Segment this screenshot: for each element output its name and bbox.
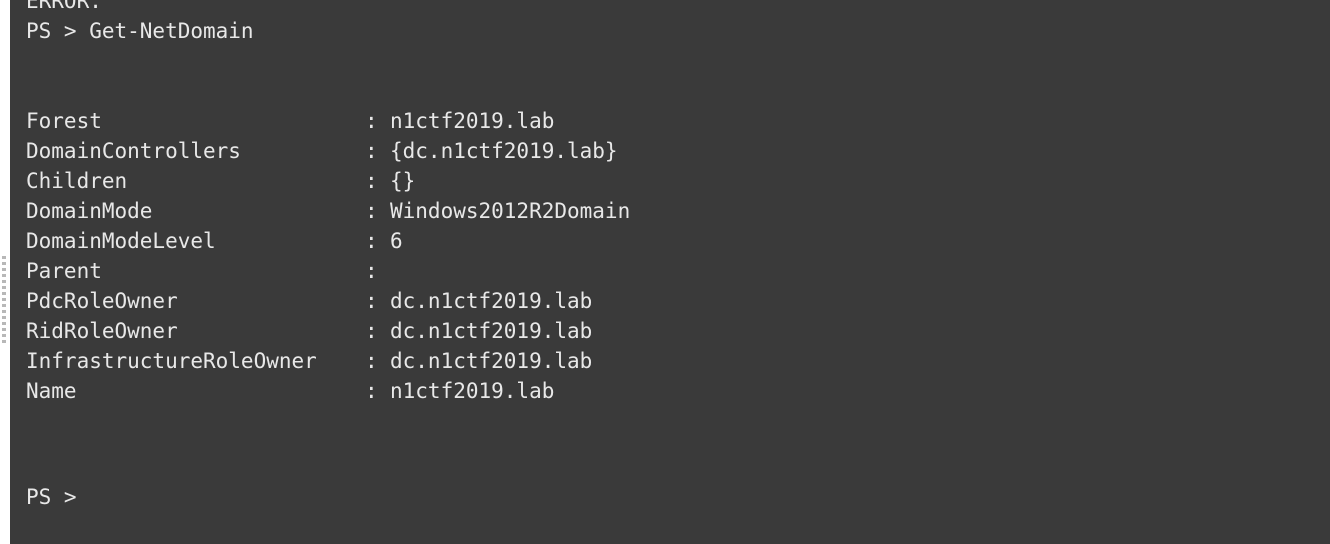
- row-key: DomainMode: [26, 199, 153, 223]
- row-key: Parent: [26, 259, 102, 283]
- output-row-forest: Forest: n1ctf2019.lab: [26, 106, 630, 136]
- output-row-pdcroleowner: PdcRoleOwner: dc.n1ctf2019.lab: [26, 286, 630, 316]
- resize-grip[interactable]: [2, 256, 6, 346]
- row-key: Children: [26, 169, 128, 193]
- output-row-ridroleowner: RidRoleOwner: dc.n1ctf2019.lab: [26, 316, 630, 346]
- output-row-name: Name: n1ctf2019.lab: [26, 376, 630, 406]
- row-key: DomainControllers: [26, 139, 241, 163]
- output-row-domainmode: DomainMode: Windows2012R2Domain: [26, 196, 630, 226]
- output-row-domaincontrollers: DomainControllers: {dc.n1ctf2019.lab}: [26, 136, 630, 166]
- row-separator: :: [365, 199, 378, 223]
- row-key: Name: [26, 379, 77, 403]
- row-separator: :: [365, 349, 378, 373]
- row-separator: :: [365, 259, 378, 283]
- row-value: dc.n1ctf2019.lab: [390, 319, 593, 343]
- row-value: dc.n1ctf2019.lab: [390, 349, 593, 373]
- error-line: ERROR:: [26, 0, 102, 13]
- row-value: Windows2012R2Domain: [390, 199, 631, 223]
- command-line: PS > Get-NetDomain: [26, 19, 254, 43]
- row-value: n1ctf2019.lab: [390, 379, 555, 403]
- row-key: DomainModeLevel: [26, 229, 216, 253]
- row-separator: :: [365, 229, 378, 253]
- row-value: n1ctf2019.lab: [390, 109, 555, 133]
- row-key: Forest: [26, 109, 102, 133]
- prompt-line[interactable]: PS >: [26, 482, 77, 512]
- output-row-parent: Parent:: [26, 256, 630, 286]
- row-value: {dc.n1ctf2019.lab}: [390, 139, 618, 163]
- row-separator: :: [365, 379, 378, 403]
- row-separator: :: [365, 289, 378, 313]
- row-separator: :: [365, 139, 378, 163]
- output-row-domainmodelevel: DomainModeLevel:6: [26, 226, 630, 256]
- row-separator: :: [365, 169, 378, 193]
- row-key: PdcRoleOwner: [26, 289, 178, 313]
- row-value: dc.n1ctf2019.lab: [390, 289, 593, 313]
- output-row-children: Children: {}: [26, 166, 630, 196]
- output-row-infrastructureroleowner: InfrastructureRoleOwner: dc.n1ctf2019.lab: [26, 346, 630, 376]
- row-key: InfrastructureRoleOwner: [26, 349, 317, 373]
- row-key: RidRoleOwner: [26, 319, 178, 343]
- terminal-window[interactable]: ERROR: PS > Get-NetDomain Forest: n1ctf20…: [10, 0, 1330, 544]
- row-separator: :: [365, 109, 378, 133]
- row-value: {}: [390, 169, 416, 193]
- row-value: 6: [390, 229, 403, 253]
- row-separator: :: [365, 319, 378, 343]
- output-table: Forest: n1ctf2019.lab DomainControllers: {…: [26, 106, 630, 406]
